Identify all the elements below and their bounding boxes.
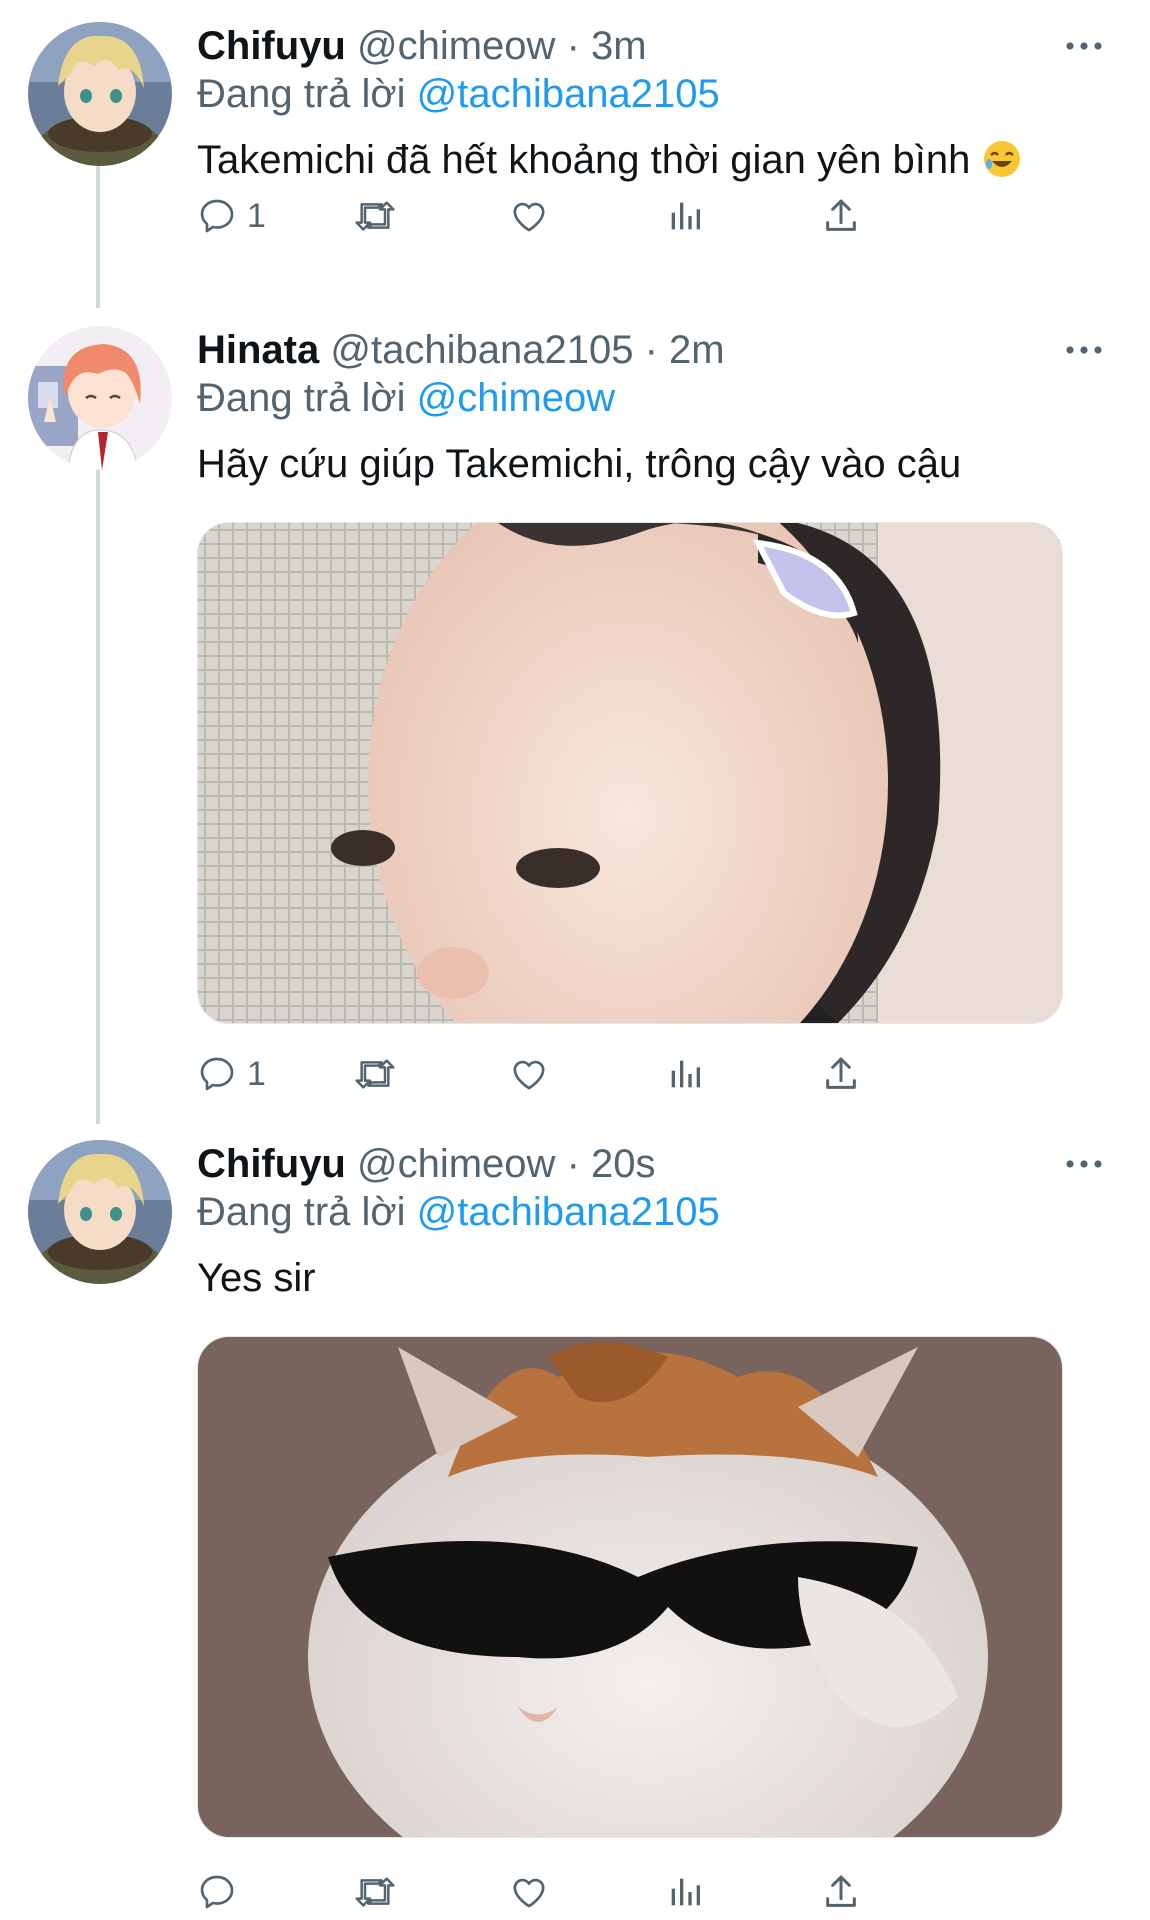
- share-icon: [826, 1875, 856, 1907]
- user-handle[interactable]: @chimeow: [357, 1142, 555, 1186]
- more-icon[interactable]: [1054, 334, 1114, 366]
- mention-link[interactable]: @chimeow: [417, 376, 615, 420]
- more-icon[interactable]: [1054, 1148, 1114, 1180]
- retweet-button[interactable]: [353, 190, 397, 242]
- replying-label: Đang trả lời: [197, 1190, 406, 1234]
- separator: ·: [566, 24, 580, 68]
- like-button[interactable]: [509, 190, 549, 242]
- tweet-actions: [197, 1866, 1017, 1918]
- share-button[interactable]: [821, 1866, 861, 1918]
- tweet-header: Chifuyu @chimeow · 20s: [197, 1140, 656, 1188]
- retweet-icon: [355, 201, 395, 231]
- reply-count: 1: [247, 196, 266, 235]
- avatar[interactable]: [28, 22, 172, 166]
- tweet-text: Takemichi đã hết khoảng thời gian yên bì…: [197, 134, 1022, 192]
- reply-button[interactable]: 1: [197, 190, 266, 242]
- analytics-icon: [671, 1060, 700, 1088]
- tweet-header: Chifuyu @chimeow · 3m: [197, 22, 647, 70]
- tweet-actions: 1: [197, 1048, 1017, 1100]
- separator: ·: [644, 328, 658, 372]
- like-button[interactable]: [509, 1048, 549, 1100]
- reply-button[interactable]: 1: [197, 1048, 266, 1100]
- like-button[interactable]: [509, 1866, 549, 1918]
- reply-button[interactable]: [197, 1866, 247, 1918]
- user-handle[interactable]: @tachibana2105: [330, 328, 633, 372]
- retweet-button[interactable]: [353, 1048, 397, 1100]
- like-icon: [513, 1060, 545, 1090]
- avatar[interactable]: [28, 1140, 172, 1284]
- tweet-header: Hinata @tachibana2105 · 2m: [197, 326, 725, 374]
- analytics-icon: [671, 202, 700, 230]
- mention-link[interactable]: @tachibana2105: [417, 72, 720, 116]
- share-button[interactable]: [821, 190, 861, 242]
- reply-icon: [200, 1875, 234, 1909]
- analytics-button[interactable]: [665, 190, 705, 242]
- laughing-emoji-icon: [982, 139, 1022, 192]
- retweet-icon: [355, 1059, 395, 1089]
- like-icon: [513, 202, 545, 232]
- mention-link[interactable]: @tachibana2105: [417, 1190, 720, 1234]
- replying-to: Đang trả lời @chimeow: [197, 374, 615, 422]
- share-icon: [826, 1057, 856, 1089]
- tweet-text-content: Hãy cứu giúp Takemichi, trông cậy vào cậ…: [197, 442, 962, 486]
- reply-icon: [200, 199, 234, 233]
- timestamp[interactable]: 2m: [669, 328, 725, 372]
- tweet-media-image[interactable]: [197, 1336, 1063, 1838]
- display-name[interactable]: Chifuyu: [197, 1142, 346, 1186]
- tweet-media-image[interactable]: [197, 522, 1063, 1024]
- display-name[interactable]: Hinata: [197, 328, 319, 372]
- tweet-actions: 1: [197, 190, 1017, 242]
- tweet-text: Yes sir: [197, 1252, 316, 1304]
- tweet-text-content: Takemichi đã hết khoảng thời gian yên bì…: [197, 138, 971, 182]
- separator: ·: [566, 1142, 580, 1186]
- analytics-icon: [671, 1878, 700, 1906]
- retweet-icon: [355, 1877, 395, 1907]
- retweet-button[interactable]: [353, 1866, 397, 1918]
- tweet-text-content: Yes sir: [197, 1256, 316, 1300]
- reply-count: 1: [247, 1054, 266, 1093]
- replying-label: Đang trả lời: [197, 376, 406, 420]
- reply-icon: [200, 1057, 234, 1091]
- avatar[interactable]: [28, 326, 172, 470]
- thread-line: [96, 460, 100, 1124]
- like-icon: [513, 1878, 545, 1908]
- more-icon[interactable]: [1054, 30, 1114, 62]
- replying-label: Đang trả lời: [197, 72, 406, 116]
- timestamp[interactable]: 3m: [591, 24, 647, 68]
- replying-to: Đang trả lời @tachibana2105: [197, 1188, 720, 1236]
- share-icon: [826, 199, 856, 231]
- tweet-text: Hãy cứu giúp Takemichi, trông cậy vào cậ…: [197, 438, 961, 490]
- timestamp[interactable]: 20s: [591, 1142, 656, 1186]
- analytics-button[interactable]: [665, 1866, 705, 1918]
- user-handle[interactable]: @chimeow: [357, 24, 555, 68]
- display-name[interactable]: Chifuyu: [197, 24, 346, 68]
- replying-to: Đang trả lời @tachibana2105: [197, 70, 720, 118]
- share-button[interactable]: [821, 1048, 861, 1100]
- analytics-button[interactable]: [665, 1048, 705, 1100]
